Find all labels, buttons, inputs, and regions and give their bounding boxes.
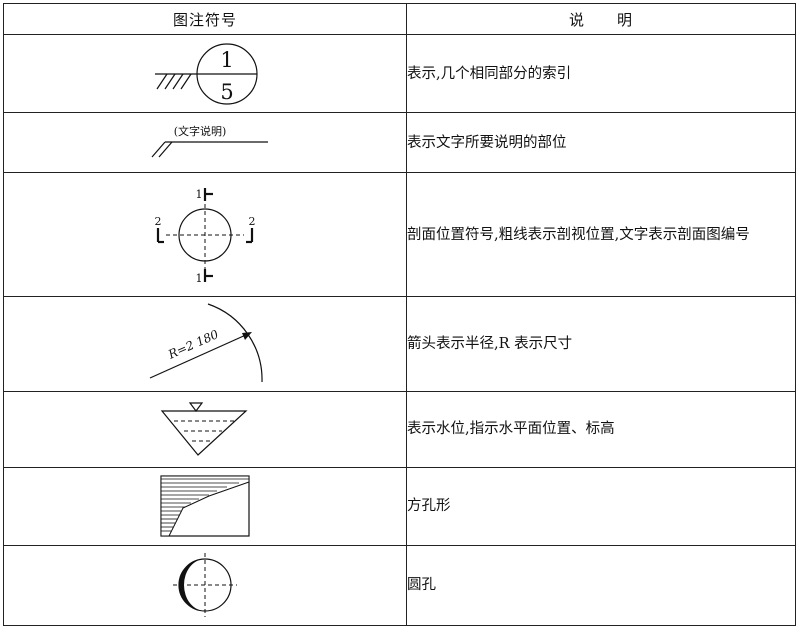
header-description: 说 明 bbox=[406, 2, 796, 36]
index-top-number: 1 bbox=[220, 48, 233, 72]
description-cell: 方孔形 bbox=[406, 466, 796, 546]
symbol-cell bbox=[3, 390, 407, 468]
hatch-mark bbox=[158, 141, 173, 158]
hatch-mark bbox=[180, 73, 192, 89]
section-position-symbol: 1 1 2 2 bbox=[155, 187, 256, 285]
label-left: 2 bbox=[155, 215, 162, 228]
description-cell: 表示水位,指示水平面位置、标高 bbox=[406, 390, 796, 468]
table-row: R=2 180 箭头表示半径,R 表示尺寸 bbox=[3, 296, 796, 392]
water-triangle bbox=[160, 410, 248, 457]
table-row: 方孔形 bbox=[3, 466, 796, 546]
header-row: 图注符号 说 明 bbox=[3, 2, 796, 36]
hatch-mark bbox=[156, 73, 168, 89]
text-note-symbol: (文字说明) bbox=[151, 124, 268, 158]
label-right: 2 bbox=[249, 215, 256, 228]
index-circle-symbol: 1 5 bbox=[155, 43, 258, 105]
table-row: 圆孔 bbox=[3, 544, 796, 627]
description-cell: 剖面位置符号,粗线表示剖视位置,文字表示剖面图编号 bbox=[406, 172, 796, 298]
symbol-cell bbox=[3, 544, 407, 627]
note-label: (文字说明) bbox=[174, 124, 227, 138]
hole-shading bbox=[160, 475, 250, 537]
table-row: (文字说明) 表示文字所要说明的部位 bbox=[3, 112, 796, 174]
symbol-cell: R=2 180 bbox=[3, 296, 407, 392]
description-cell: 箭头表示半径,R 表示尺寸 bbox=[406, 296, 796, 392]
hatch-mark bbox=[164, 73, 176, 89]
symbol-cell: 1 5 bbox=[3, 34, 407, 114]
level-marker-icon bbox=[188, 402, 204, 413]
label-bottom: 1 bbox=[196, 272, 203, 285]
description-cell: 表示文字所要说明的部位 bbox=[406, 112, 796, 174]
square-hole-symbol bbox=[160, 475, 250, 537]
description-cell: 表示,几个相同部分的索引 bbox=[406, 34, 796, 114]
symbol-cell: (文字说明) bbox=[3, 112, 407, 174]
radius-arc bbox=[207, 303, 263, 383]
description-cell: 圆孔 bbox=[406, 544, 796, 627]
label-top: 1 bbox=[196, 188, 203, 201]
table-row: 表示水位,指示水平面位置、标高 bbox=[3, 390, 796, 468]
hatch-mark bbox=[172, 73, 184, 89]
radius-label: R=2 180 bbox=[165, 327, 221, 362]
water-level-symbol bbox=[160, 402, 248, 457]
table-row: 1 1 2 2 剖面位置符号,粗线表示剖视位置,文字表示剖面图编号 bbox=[3, 172, 796, 298]
hatch-mark bbox=[151, 141, 166, 158]
round-hole-symbol bbox=[173, 553, 237, 618]
symbol-cell bbox=[3, 466, 407, 546]
header-symbol: 图注符号 bbox=[3, 2, 407, 36]
radius-symbol: R=2 180 bbox=[149, 303, 263, 383]
index-bottom-number: 5 bbox=[220, 80, 233, 104]
table-row: 1 5 表示,几个相同部分的索引 bbox=[3, 34, 796, 114]
legend-table: 图注符号 说 明 1 5 表示,几个相同部分的索引 (文字说明) 表示文字所要说… bbox=[3, 2, 796, 627]
symbol-cell: 1 1 2 2 bbox=[3, 172, 407, 298]
